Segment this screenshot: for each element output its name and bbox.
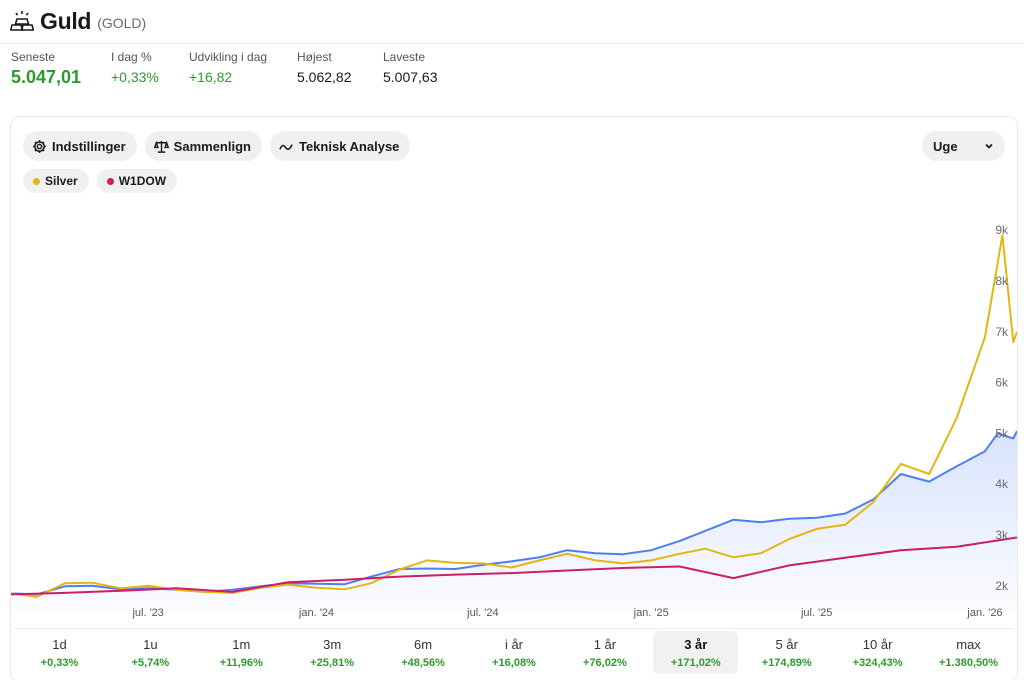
stat-high: Højest 5.062,82 xyxy=(297,50,383,88)
series-area xyxy=(11,431,1017,611)
y-tick-label: 6k xyxy=(995,376,1009,390)
chart-card: Indstillinger Sammenlign Teknisk Analyse… xyxy=(10,116,1018,680)
stat-label: Udvikling i dag xyxy=(189,50,268,64)
page-header: Guld (GOLD) xyxy=(10,6,146,36)
period-change: +174,89% xyxy=(761,656,812,669)
period-change: +11,96% xyxy=(219,656,263,669)
y-tick-label: 9k xyxy=(995,223,1009,237)
period-change: +171,02% xyxy=(670,656,721,669)
y-tick-label: 3k xyxy=(995,528,1009,542)
period-1d[interactable]: 1d +0,33% xyxy=(17,631,102,674)
period-label: 3m xyxy=(323,636,342,652)
stat-latest: Seneste 5.047,01 xyxy=(11,50,111,88)
period-1-ar[interactable]: 1 år +76,02% xyxy=(562,631,647,674)
stat-label: Seneste xyxy=(11,50,56,64)
x-tick-label: jan. '24 xyxy=(298,607,334,619)
period-change: +48,56% xyxy=(401,656,445,669)
period-label: max xyxy=(956,636,981,652)
period-label: 1u xyxy=(143,636,158,652)
stat-label: Laveste xyxy=(383,50,426,64)
stat-day-change: Udvikling i dag +16,82 xyxy=(189,50,297,88)
period-label: 1m xyxy=(232,636,251,652)
x-tick-label: jan. '26 xyxy=(966,607,1002,619)
period-change: +5,74% xyxy=(131,656,170,669)
period-1u[interactable]: 1u +5,74% xyxy=(108,631,193,674)
stat-value: 5.062,82 xyxy=(297,69,352,85)
period-change: +0,33% xyxy=(40,656,79,669)
stat-low: Laveste 5.007,63 xyxy=(383,50,473,88)
y-tick-label: 2k xyxy=(995,579,1009,593)
y-tick-label: 4k xyxy=(995,477,1009,491)
period-max[interactable]: max +1.380,50% xyxy=(926,631,1011,674)
period-10-ar[interactable]: 10 år +324,43% xyxy=(835,631,920,674)
stat-value: 5.007,63 xyxy=(383,69,438,85)
period-3m[interactable]: 3m +25,81% xyxy=(290,631,375,674)
period-label: 1 år xyxy=(593,636,617,652)
gold-bars-icon xyxy=(10,10,34,32)
period-label: 1d xyxy=(52,636,67,652)
period-change: +1.380,50% xyxy=(939,656,999,669)
stat-value: +0,33% xyxy=(111,69,159,85)
period-change: +25,81% xyxy=(310,656,355,669)
period-1m[interactable]: 1m +11,96% xyxy=(199,631,284,674)
period-change: +16,08% xyxy=(492,656,536,669)
quote-stats: Seneste 5.047,01 I dag % +0,33% Udviklin… xyxy=(11,50,473,88)
ticker-symbol: (GOLD) xyxy=(97,15,147,31)
period-i-ar[interactable]: i år +16,08% xyxy=(472,631,557,674)
period-5-ar[interactable]: 5 år +174,89% xyxy=(744,631,829,674)
period-selector: 1d +0,33% 1u +5,74% 1m +11,96% 3m +25,81% 6m +48,… xyxy=(14,628,1014,676)
x-tick-label: jul. '23 xyxy=(131,607,163,619)
page-title: Guld xyxy=(40,7,92,34)
x-tick-label: jul. '25 xyxy=(800,607,832,619)
price-chart[interactable]: 2k 3k 4k 5k 6k 7k 8k 9k jul. '23 jan. '24 jul. '2… xyxy=(11,117,1017,629)
period-3-ar[interactable]: 3 år +171,02% xyxy=(653,631,739,674)
period-6m[interactable]: 6m +48,56% xyxy=(381,631,466,674)
y-tick-label: 7k xyxy=(995,325,1009,339)
period-label: i år xyxy=(504,636,524,652)
period-label: 5 år xyxy=(775,636,798,652)
stat-value: +16,82 xyxy=(189,69,233,85)
stat-value: 5.047,01 xyxy=(11,67,82,87)
stat-label: I dag % xyxy=(111,50,152,64)
y-tick-label: 5k xyxy=(995,426,1009,440)
header-divider xyxy=(0,43,1024,44)
period-label: 10 år xyxy=(862,636,893,652)
x-tick-label: jul. '24 xyxy=(466,607,498,619)
period-change: +324,43% xyxy=(852,656,903,669)
period-label: 3 år xyxy=(684,636,708,652)
period-change: +76,02% xyxy=(583,656,627,669)
y-tick-label: 8k xyxy=(995,274,1009,288)
period-label: 6m xyxy=(414,636,433,652)
x-tick-label: jan. '25 xyxy=(633,607,669,619)
stat-day-percent: I dag % +0,33% xyxy=(111,50,189,88)
stat-label: Højest xyxy=(297,50,332,64)
